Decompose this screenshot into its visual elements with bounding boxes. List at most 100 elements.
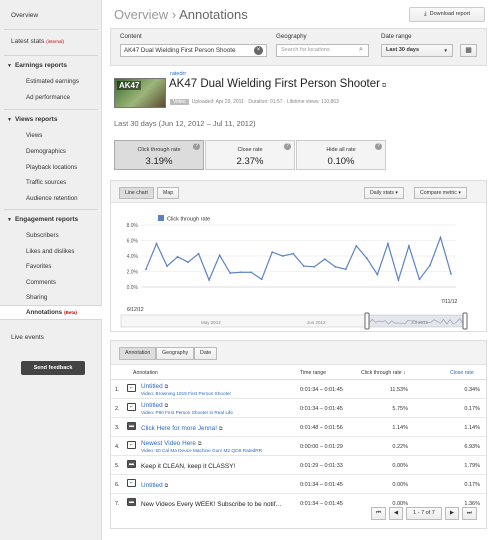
calendar-icon[interactable]: ▦ [460, 44, 477, 57]
annotation-target-video[interactable]: Video: 50 Cal Ma Deuce Machine Gun! M2 Q… [141, 448, 262, 453]
sidebar-section-views[interactable]: ▼ Views reports [7, 116, 57, 123]
compare-metric-select[interactable]: Compare metric ▾ [414, 187, 467, 199]
data-point[interactable] [386, 242, 389, 245]
external-link-icon[interactable]: ⧉ [165, 483, 169, 489]
data-point[interactable] [208, 279, 211, 281]
annotation-link[interactable]: Untitled ⧉ [141, 482, 168, 489]
video-title[interactable]: AK47 Dual Wielding First Person Shooter ⧉ [169, 78, 386, 90]
data-point[interactable] [155, 242, 158, 245]
next-page-button[interactable]: ▶ [445, 507, 459, 520]
video-thumbnail[interactable]: AK47 [114, 78, 166, 108]
channel-link[interactable]: ratedrr [170, 71, 186, 77]
data-point[interactable] [450, 272, 452, 275]
annotation-link[interactable]: Newest Video Here ⧉ [141, 440, 202, 447]
sidebar-section-engagement[interactable]: ▼ Engagement reports [7, 216, 78, 223]
data-point[interactable] [197, 252, 200, 255]
sidebar-item-traffic-sources[interactable]: Traffic sources [26, 179, 66, 186]
date-range-select[interactable]: Last 30 days ▼ [381, 44, 453, 57]
line-chart-button[interactable]: Line chart [119, 187, 154, 199]
sidebar-item-views[interactable]: Views [26, 132, 42, 139]
column-header-annotation[interactable]: Annotation [133, 370, 158, 376]
sidebar-item-likes-dislikes[interactable]: Likes and dislikes [26, 248, 75, 255]
annotation-target-video[interactable]: Video: P90 First Person Shooter in Real … [141, 410, 233, 415]
first-page-button[interactable]: ⏮ [371, 507, 386, 520]
data-point[interactable] [176, 255, 179, 258]
sidebar-item-ad-performance[interactable]: Ad performance [26, 94, 70, 101]
sidebar-section-earnings[interactable]: ▼ Earnings reports [7, 62, 67, 69]
sidebar-item-favorites[interactable]: Favorites [26, 263, 51, 270]
tab-date[interactable]: Date [194, 347, 218, 360]
sidebar-item-comments[interactable]: Comments [26, 279, 56, 286]
send-feedback-button[interactable]: Send feedback [21, 361, 85, 375]
metric-click-through-rate[interactable]: Click through rate 3.19% ? [114, 140, 204, 170]
search-icon[interactable]: ⌕ [359, 46, 363, 54]
download-report-button[interactable]: ⤓ Download report [409, 7, 485, 22]
data-point[interactable] [250, 271, 253, 274]
prev-page-button[interactable]: ◀ [389, 507, 403, 520]
sidebar-item-sharing[interactable]: Sharing [26, 294, 47, 301]
annotation-target-video[interactable]: Video: Browning 1919 First Person Shoote… [141, 391, 231, 396]
sidebar-item-estimated-earnings[interactable]: Estimated earnings [26, 78, 79, 85]
sidebar-item-live-events[interactable]: Live events [11, 334, 44, 341]
data-point[interactable] [418, 278, 421, 281]
data-point[interactable] [429, 264, 431, 267]
metric-value: 3.19% [145, 156, 173, 167]
data-point[interactable] [355, 245, 358, 247]
data-point[interactable] [260, 278, 263, 281]
annotation-link[interactable]: Click Here for more Jenna! ⧉ [141, 425, 223, 432]
metric-close-rate[interactable]: Close rate 2.37% ? [205, 140, 295, 170]
tab-annotation[interactable]: Annotation [119, 347, 157, 360]
data-point[interactable] [187, 261, 189, 264]
data-point[interactable] [166, 265, 168, 267]
content-input[interactable]: AK47 Dual Wielding First Person Shoote [120, 44, 267, 57]
geography-search-input[interactable]: Search for locations [276, 44, 369, 57]
data-point[interactable] [229, 272, 232, 274]
help-icon[interactable]: ? [284, 143, 291, 150]
map-button[interactable]: Map [157, 187, 180, 199]
sidebar-item-subscribers[interactable]: Subscribers [26, 232, 59, 239]
help-icon[interactable]: ? [375, 143, 382, 150]
last-page-button[interactable]: ⏭ [462, 507, 477, 520]
data-point[interactable] [218, 254, 221, 257]
data-point[interactable] [408, 245, 410, 247]
sidebar-item-latest-stats[interactable]: Latest stats (internal) [11, 38, 64, 45]
column-header-time-range[interactable]: Time range [300, 370, 326, 376]
external-link-icon[interactable]: ⧉ [165, 403, 169, 409]
data-point[interactable] [313, 265, 316, 268]
daily-stats-select[interactable]: Daily stats ▾ [364, 187, 404, 199]
metric-hide-all-rate[interactable]: Hide all rate 0.10% ? [296, 140, 386, 170]
clear-icon[interactable]: × [254, 46, 263, 55]
navigator-selection[interactable] [367, 315, 465, 327]
column-header-close-rate[interactable]: Close rate [450, 370, 474, 376]
data-point[interactable] [281, 255, 284, 257]
breadcrumb-overview[interactable]: Overview [114, 7, 168, 22]
annotation-link[interactable]: Untitled ⧉ [141, 402, 168, 409]
data-point[interactable] [344, 268, 347, 271]
sidebar-item-playback-locations[interactable]: Playback locations [26, 164, 77, 171]
data-point[interactable] [439, 236, 442, 239]
navigator-handle-right[interactable] [462, 312, 468, 330]
sidebar-item-annotations[interactable]: Annotations (Beta) [26, 309, 77, 316]
annotation-link[interactable]: Untitled ⧉ [141, 383, 168, 390]
sidebar-item-audience-retention[interactable]: Audience retention [26, 195, 78, 202]
data-point[interactable] [334, 265, 337, 268]
external-link-icon[interactable]: ⧉ [198, 441, 202, 447]
navigator-handle-left[interactable] [364, 312, 370, 330]
data-point[interactable] [376, 273, 379, 276]
data-point[interactable] [239, 271, 242, 274]
data-point[interactable] [292, 252, 295, 255]
external-link-icon[interactable]: ⧉ [382, 83, 386, 89]
sidebar-item-overview[interactable]: Overview [11, 12, 38, 19]
data-point[interactable] [397, 279, 400, 281]
data-point[interactable] [302, 265, 305, 267]
tab-geography[interactable]: Geography [156, 347, 195, 360]
sidebar-item-demographics[interactable]: Demographics [26, 148, 66, 155]
external-link-icon[interactable]: ⧉ [165, 384, 169, 390]
data-point[interactable] [271, 251, 274, 254]
external-link-icon[interactable]: ⧉ [219, 426, 223, 432]
data-point[interactable] [145, 268, 147, 271]
help-icon[interactable]: ? [193, 143, 200, 150]
data-point[interactable] [365, 257, 368, 260]
data-point[interactable] [323, 258, 326, 260]
column-header-click-through-rate[interactable]: Click through rate ↓ [361, 370, 406, 376]
